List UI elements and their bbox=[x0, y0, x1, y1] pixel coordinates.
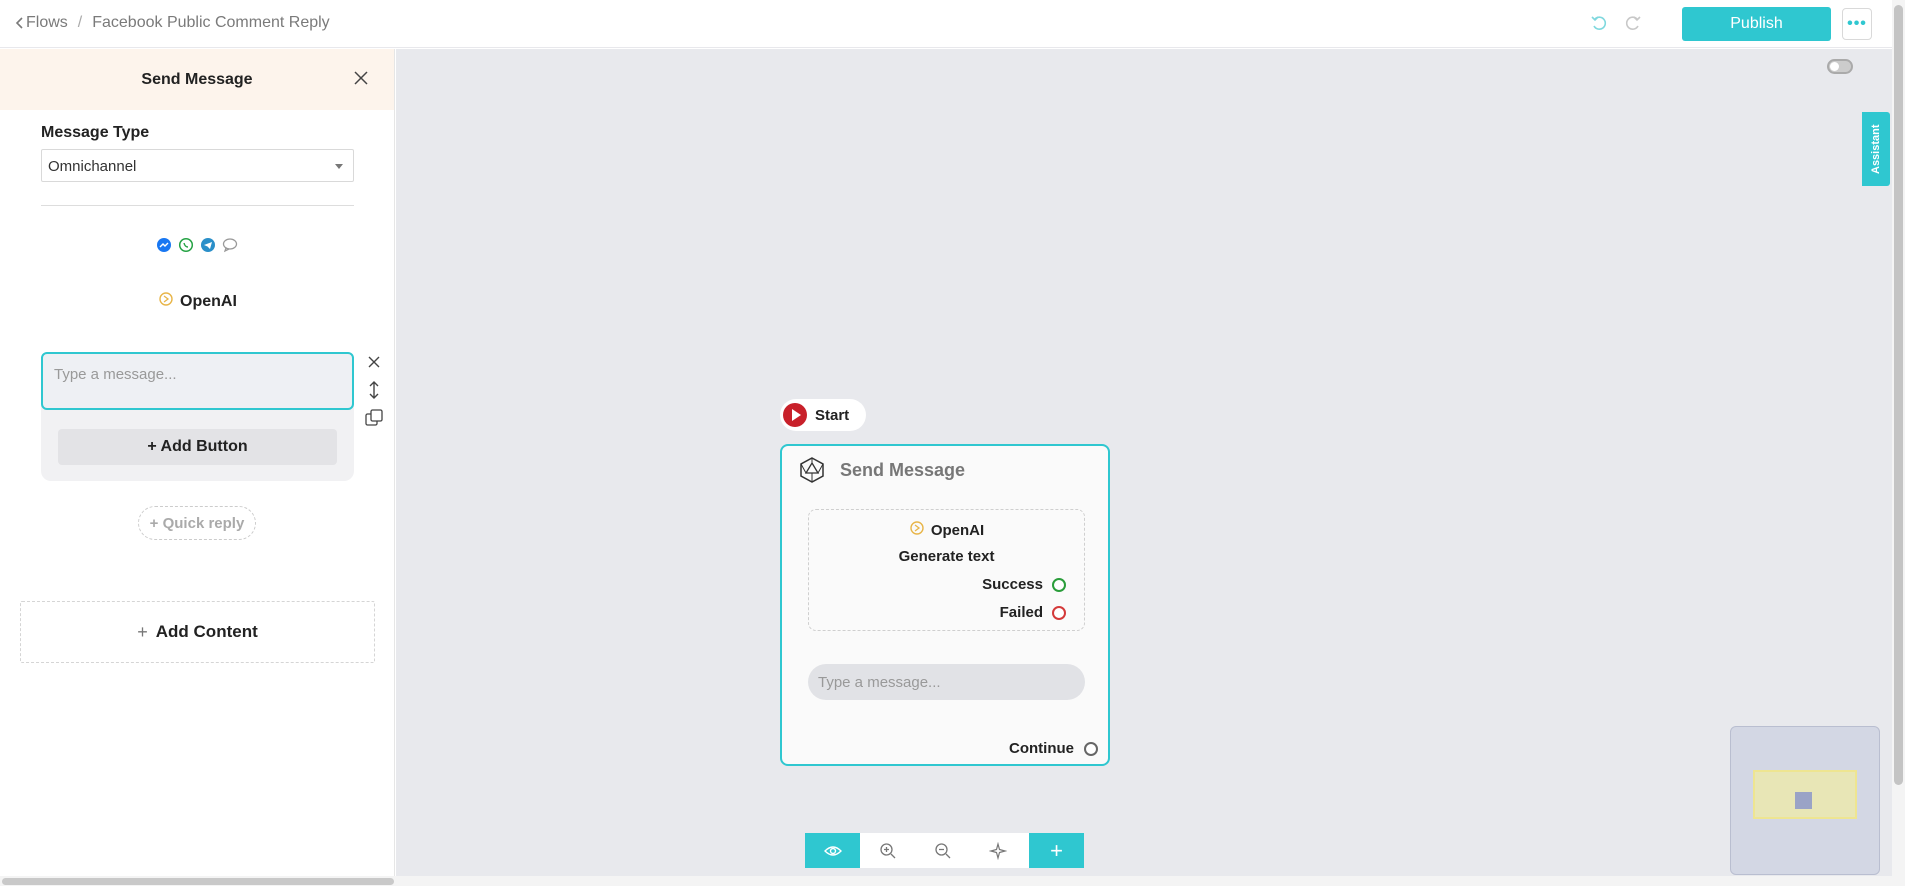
send-message-panel: Send Message Message Type Omnichannel Op… bbox=[0, 49, 395, 876]
minimap[interactable] bbox=[1730, 726, 1880, 875]
add-node-button[interactable]: + bbox=[1029, 833, 1084, 868]
eye-icon bbox=[823, 845, 842, 856]
auto-layout-button[interactable] bbox=[970, 833, 1025, 868]
canvas-toggle[interactable] bbox=[1827, 59, 1853, 74]
openai-icon bbox=[158, 291, 174, 312]
continue-label: Continue bbox=[1009, 740, 1074, 757]
scrollbar-thumb[interactable] bbox=[1894, 5, 1903, 785]
node-header: Send Message bbox=[798, 456, 965, 484]
add-button-button[interactable]: + Add Button bbox=[58, 429, 337, 465]
failed-label: Failed bbox=[999, 604, 1043, 621]
start-label: Start bbox=[815, 406, 850, 424]
top-bar: Flows / Facebook Public Comment Reply Pu… bbox=[0, 0, 1905, 48]
message-type-value: Omnichannel bbox=[48, 158, 137, 175]
panel-title: Send Message bbox=[141, 70, 253, 88]
message-type-label: Message Type bbox=[41, 124, 150, 141]
preview-button[interactable] bbox=[805, 833, 860, 868]
chat-icon bbox=[222, 237, 238, 253]
publish-button[interactable]: Publish bbox=[1682, 7, 1831, 41]
message-tools bbox=[364, 352, 384, 428]
node-message-input[interactable]: Type a message... bbox=[808, 664, 1085, 700]
message-type-select[interactable]: Omnichannel bbox=[41, 149, 354, 182]
openai-action-box[interactable]: OpenAI Generate text Success Failed bbox=[808, 509, 1085, 631]
zoom-in-icon bbox=[879, 842, 895, 858]
breadcrumb: Flows / Facebook Public Comment Reply bbox=[14, 14, 330, 32]
add-content-label: Add Content bbox=[155, 622, 258, 641]
flow-canvas[interactable] bbox=[396, 49, 1892, 876]
breadcrumb-flows-link[interactable]: Flows bbox=[14, 14, 68, 32]
continue-outlet: Continue bbox=[1009, 740, 1098, 757]
failed-port[interactable] bbox=[1052, 605, 1066, 620]
telegram-icon bbox=[200, 237, 216, 253]
start-node[interactable]: Start bbox=[780, 399, 866, 431]
history-controls bbox=[1589, 13, 1643, 33]
duplicate-icon[interactable] bbox=[364, 408, 384, 428]
action-type-label: Generate text bbox=[898, 548, 995, 565]
sparkle-icon bbox=[988, 841, 1007, 860]
divider bbox=[41, 205, 354, 206]
horizontal-scrollbar[interactable] bbox=[0, 876, 1892, 886]
openai-icon bbox=[909, 520, 925, 540]
close-icon[interactable] bbox=[364, 352, 384, 372]
provider-row: OpenAI bbox=[158, 291, 237, 312]
action-provider-label: OpenAI bbox=[930, 521, 985, 539]
zoom-out-icon bbox=[934, 842, 950, 858]
channel-icons bbox=[156, 237, 238, 253]
scrollbar-thumb[interactable] bbox=[2, 878, 394, 885]
play-icon bbox=[783, 403, 807, 427]
undo-icon[interactable] bbox=[1589, 13, 1609, 33]
resize-vertical-icon[interactable] bbox=[364, 380, 384, 400]
add-content-button[interactable]: + Add Content bbox=[20, 601, 375, 663]
openai-logo-icon bbox=[798, 456, 826, 484]
action-provider: OpenAI bbox=[809, 520, 1084, 540]
whatsapp-icon bbox=[178, 237, 194, 253]
failed-outlet: Failed bbox=[1000, 604, 1066, 621]
minimap-node bbox=[1795, 792, 1812, 809]
close-icon[interactable] bbox=[352, 69, 370, 87]
continue-port[interactable] bbox=[1084, 741, 1098, 756]
redo-icon[interactable] bbox=[1623, 13, 1643, 33]
provider-label: OpenAI bbox=[180, 292, 237, 310]
panel-header: Send Message bbox=[0, 49, 394, 110]
breadcrumb-separator: / bbox=[77, 14, 83, 31]
more-options-button[interactable]: ••• bbox=[1842, 8, 1872, 40]
plus-icon: + bbox=[137, 621, 148, 642]
breadcrumb-current: Facebook Public Comment Reply bbox=[92, 14, 330, 31]
success-port[interactable] bbox=[1052, 577, 1066, 592]
vertical-scrollbar[interactable] bbox=[1892, 0, 1905, 886]
send-message-node[interactable]: Send Message OpenAI Generate text Succes… bbox=[780, 444, 1110, 766]
breadcrumb-root-label: Flows bbox=[26, 14, 68, 31]
messenger-icon bbox=[156, 237, 172, 253]
caret-down-icon bbox=[335, 164, 343, 169]
success-label: Success bbox=[982, 576, 1043, 593]
canvas-toolbar: + bbox=[805, 833, 1084, 868]
assistant-tab[interactable]: Assistant bbox=[1862, 112, 1890, 186]
zoom-in-button[interactable] bbox=[860, 833, 915, 868]
quick-reply-button[interactable]: + Quick reply bbox=[138, 506, 256, 540]
node-title: Send Message bbox=[840, 459, 966, 480]
chevron-left-icon bbox=[15, 17, 23, 29]
zoom-out-button[interactable] bbox=[915, 833, 970, 868]
message-input[interactable]: Type a message... bbox=[41, 352, 354, 410]
success-outlet: Success bbox=[982, 576, 1066, 593]
